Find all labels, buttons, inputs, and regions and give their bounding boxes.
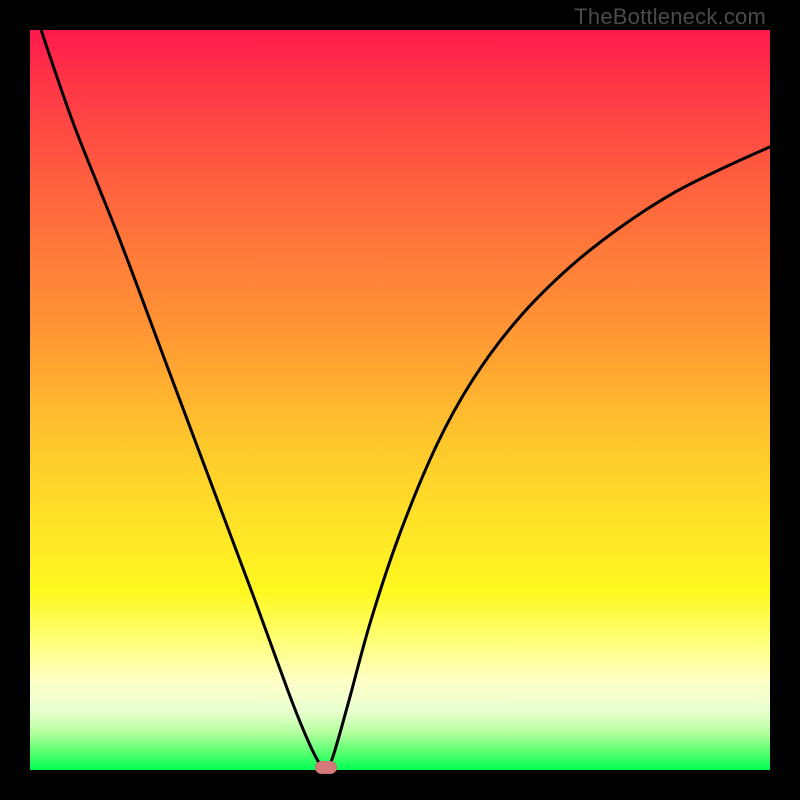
watermark-text: TheBottleneck.com — [574, 4, 766, 30]
bottleneck-curve — [30, 30, 770, 770]
optimum-marker — [315, 761, 337, 774]
chart-frame: TheBottleneck.com — [0, 0, 800, 800]
